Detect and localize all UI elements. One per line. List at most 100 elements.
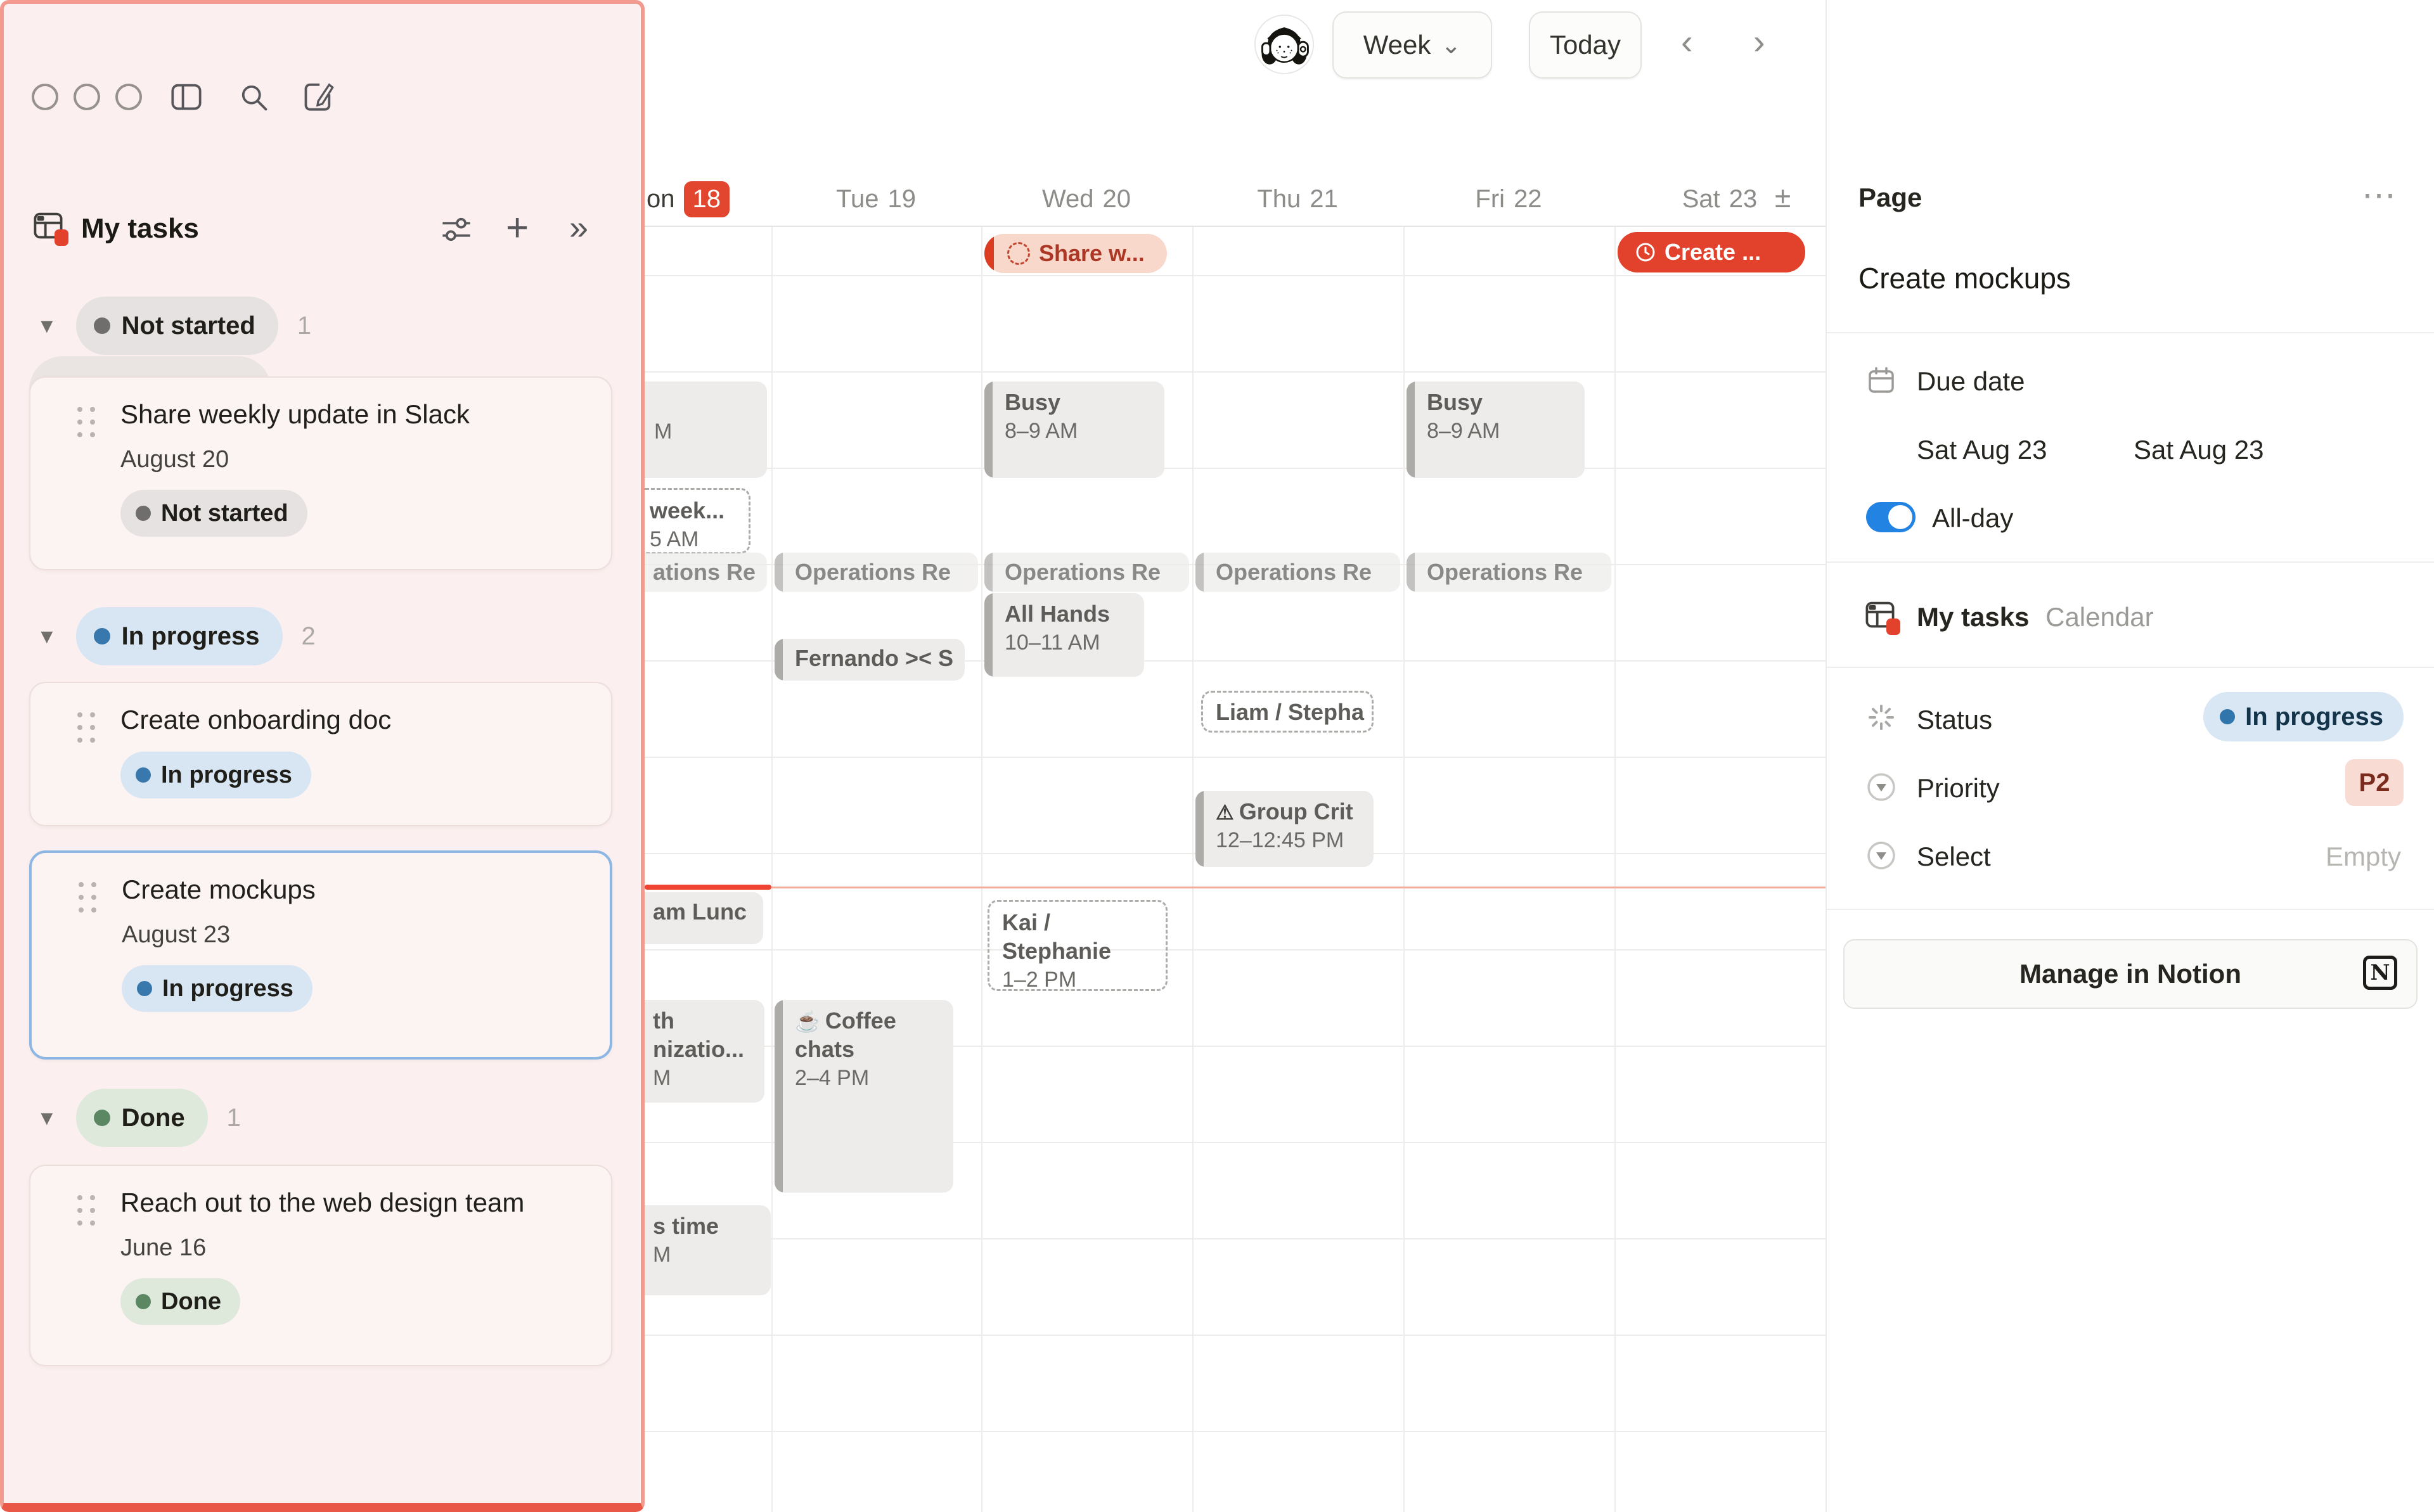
task-card-create-onboarding[interactable]: Create onboarding doc In progress: [29, 682, 612, 826]
view-selector-button[interactable]: Week ⌄: [1332, 11, 1492, 79]
day-header-thu[interactable]: Thu 21: [1234, 180, 1361, 218]
allday-event-share-weekly[interactable]: Share w...: [984, 234, 1167, 273]
event-fernando-tue[interactable]: Fernando >< S: [775, 639, 965, 681]
filter-settings-icon[interactable]: [440, 213, 473, 246]
event-kai-stephanie-wed[interactable]: Kai / Stephanie 1–2 PM: [988, 900, 1168, 991]
event-operations-wed[interactable]: Operations Re: [984, 553, 1189, 592]
drag-handle[interactable]: [77, 712, 95, 743]
task-card-create-mockups[interactable]: Create mockups August 23 In progress: [29, 850, 612, 1060]
event-busy-wed[interactable]: Busy 8–9 AM: [984, 381, 1164, 478]
toggle-sidebar-icon[interactable]: [170, 80, 203, 114]
divider: [1827, 667, 2434, 668]
task-card-share-weekly[interactable]: Share weekly update in Slack August 20 N…: [29, 376, 612, 570]
collapse-triangle-icon[interactable]: ▼: [37, 625, 57, 648]
collapse-triangle-icon[interactable]: ▼: [37, 314, 57, 338]
event-operations-fri[interactable]: Operations Re: [1407, 553, 1611, 592]
event-time: 8–9 AM: [1427, 418, 1576, 445]
event-title: Liam / Stepha: [1216, 698, 1363, 726]
day-header-fri[interactable]: Fri 22: [1445, 180, 1572, 218]
search-icon[interactable]: [237, 80, 270, 114]
more-options-icon[interactable]: ⋯: [2362, 175, 2399, 215]
end-date-value[interactable]: Sat Aug 23: [2134, 435, 2264, 465]
task-date: August 23: [122, 921, 584, 949]
task-date: June 16: [120, 1234, 586, 1262]
group-label: Done: [122, 1104, 185, 1132]
event-color-bar: [984, 381, 993, 478]
expand-allday-icon[interactable]: ±: [1775, 180, 1791, 214]
event-time: 12–12:45 PM: [1216, 827, 1365, 854]
event-team-lunch-mon[interactable]: am Lunc: [633, 892, 763, 944]
prev-week-icon[interactable]: ‹: [1681, 24, 1693, 60]
day-header-tue[interactable]: Tue 19: [813, 180, 939, 218]
due-date-label: Due date: [1917, 366, 2025, 397]
status-badge[interactable]: Not started: [120, 490, 307, 537]
event-all-hands-wed[interactable]: All Hands 10–11 AM: [984, 593, 1144, 677]
start-date-value[interactable]: Sat Aug 23: [1917, 435, 2047, 465]
calendar-source-name: My tasks: [1917, 602, 2029, 632]
day-header-wed[interactable]: Wed 20: [1023, 180, 1150, 218]
priority-value-badge[interactable]: P2: [2345, 759, 2404, 806]
add-task-icon[interactable]: +: [506, 205, 529, 250]
event-coffee-chats-tue[interactable]: ☕Coffee chats 2–4 PM: [775, 1000, 953, 1193]
today-button[interactable]: Today: [1529, 11, 1642, 79]
event-operations-mon[interactable]: ations Re: [633, 553, 767, 592]
day-header-sat[interactable]: Sat 23: [1656, 180, 1783, 218]
status-badge[interactable]: In progress: [120, 752, 311, 798]
column-line: [1614, 227, 1616, 1512]
event-busy-fri[interactable]: Busy 8–9 AM: [1407, 381, 1585, 478]
event-group-crit-thu[interactable]: ⚠Group Crit 12–12:45 PM: [1195, 791, 1374, 867]
event-color-bar: [984, 593, 993, 677]
group-header-not-started[interactable]: ▼ Not started 1: [37, 297, 311, 355]
event-title: am Lunc: [653, 897, 754, 926]
status-value-pill[interactable]: In progress: [2203, 692, 2404, 741]
day-name: on: [647, 185, 675, 214]
event-focus-time-mon[interactable]: s time M: [633, 1205, 771, 1295]
event-liam-stephanie-thu[interactable]: Liam / Stepha: [1201, 691, 1374, 733]
collapse-panel-icon[interactable]: »: [569, 208, 588, 247]
day-header-mon[interactable]: on 18: [647, 180, 730, 218]
next-week-icon[interactable]: ›: [1753, 24, 1765, 60]
calendar-source-row[interactable]: My tasks Calendar: [1917, 602, 2154, 632]
event-growth-org-mon[interactable]: th nizatio... M: [633, 1000, 764, 1103]
event-share-weekly-task-mon[interactable]: week... 5 AM: [635, 488, 750, 554]
drag-handle[interactable]: [79, 882, 96, 913]
select-value[interactable]: Empty: [2326, 842, 2401, 872]
group-count: 2: [302, 622, 316, 651]
event-time: M: [653, 1241, 762, 1269]
calendar-source-icon: [1864, 598, 1896, 631]
event-operations-thu[interactable]: Operations Re: [1195, 553, 1400, 592]
event-busy-mon[interactable]: M: [634, 381, 767, 478]
drag-handle[interactable]: [77, 1195, 95, 1226]
event-title: ☕Coffee: [795, 1006, 944, 1035]
task-detail-panel: Page ⋯ Create mockups Due date Sat Aug 2…: [1826, 0, 2434, 1512]
allday-event-create-mockups[interactable]: Create ...: [1618, 232, 1805, 272]
event-operations-tue[interactable]: Operations Re: [775, 553, 978, 592]
event-color-bar: [775, 1000, 783, 1193]
group-header-in-progress[interactable]: ▼ In progress 2: [37, 607, 316, 665]
drag-handle[interactable]: [77, 407, 95, 437]
status-spinner-icon: [1866, 702, 1896, 733]
event-title: Fernando >< S: [795, 644, 956, 672]
traffic-light-zoom[interactable]: [115, 84, 142, 110]
select-label: Select: [1917, 842, 1991, 872]
group-header-done[interactable]: ▼ Done 1: [37, 1089, 241, 1147]
task-card-reach-out[interactable]: Reach out to the web design team June 16…: [29, 1165, 612, 1366]
all-day-toggle[interactable]: [1866, 502, 1916, 532]
traffic-light-close[interactable]: [32, 84, 58, 110]
group-label: Not started: [122, 312, 255, 340]
status-badge[interactable]: Done: [120, 1278, 240, 1325]
traffic-light-minimize[interactable]: [74, 84, 100, 110]
day-number: 20: [1103, 185, 1131, 214]
event-color-bar: [1407, 553, 1415, 592]
user-avatar[interactable]: [1254, 14, 1315, 75]
view-selector-label: Week: [1363, 30, 1431, 60]
manage-in-notion-button[interactable]: Manage in Notion N: [1843, 939, 2418, 1009]
notion-logo-icon: N: [2363, 956, 2397, 990]
hour-gridlines: [645, 276, 1826, 1512]
day-name: Thu: [1257, 185, 1301, 214]
status-badge[interactable]: In progress: [122, 965, 312, 1012]
event-time: 5 AM: [650, 526, 740, 553]
compose-icon[interactable]: [302, 79, 335, 113]
collapse-triangle-icon[interactable]: ▼: [37, 1106, 57, 1130]
task-detail-title[interactable]: Create mockups: [1858, 261, 2071, 295]
